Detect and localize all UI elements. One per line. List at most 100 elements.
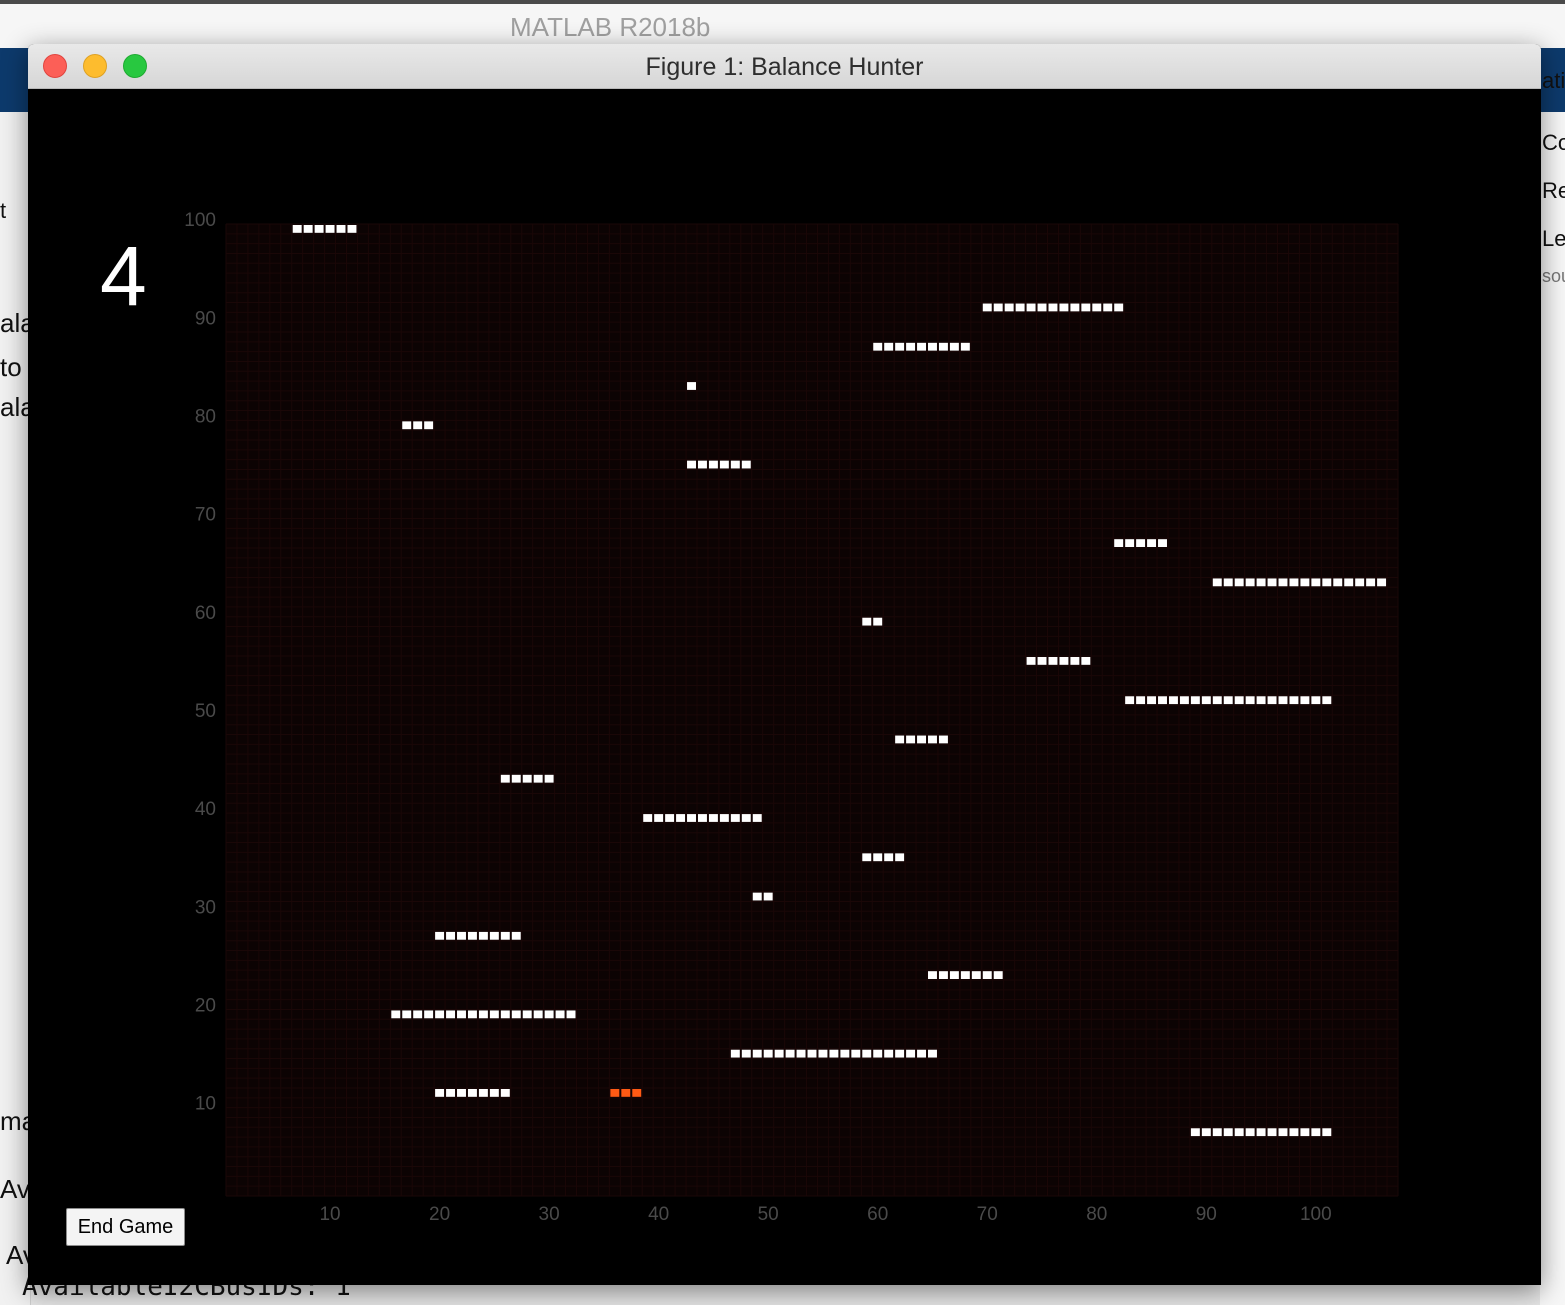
platform-block xyxy=(1267,578,1277,587)
y-tick-label: 60 xyxy=(195,603,216,624)
window-title: Figure 1: Balance Hunter xyxy=(645,53,924,81)
platform-block xyxy=(1201,1128,1211,1137)
right-panel-text: sou xyxy=(1542,266,1565,286)
platform-block xyxy=(522,1010,532,1019)
platform-block xyxy=(467,1010,477,1019)
platform-block xyxy=(1048,657,1058,665)
platform-block xyxy=(862,853,872,862)
platform-block xyxy=(752,814,762,822)
platform-block xyxy=(949,971,959,979)
platform-block xyxy=(752,892,762,901)
platform-block xyxy=(873,617,883,626)
platform-block xyxy=(1333,578,1343,587)
platform-block xyxy=(1289,1128,1299,1137)
x-tick-label: 60 xyxy=(867,1204,888,1225)
end-game-button[interactable]: End Game xyxy=(66,1208,185,1246)
platform-block xyxy=(774,1049,784,1058)
x-tick-label: 100 xyxy=(1300,1204,1332,1225)
y-tick-labels: 10 20 30 40 50 60 70 80 90 100 xyxy=(184,210,216,1115)
platform-block xyxy=(1278,696,1288,705)
platform-block xyxy=(917,342,927,351)
desktop-right-panel: ati Co Re Le sou xyxy=(1540,68,1565,1305)
x-tick-label: 70 xyxy=(977,1204,998,1225)
platform-block xyxy=(884,853,894,862)
platform-block xyxy=(917,735,927,744)
platform-block xyxy=(730,814,740,822)
left-panel-text: to xyxy=(0,352,22,382)
platform-block xyxy=(424,1010,434,1019)
platform-block xyxy=(654,814,664,822)
score-display: 4 xyxy=(100,229,147,323)
platform-block xyxy=(873,1049,883,1058)
figure-titlebar[interactable]: Figure 1: Balance Hunter xyxy=(28,44,1541,89)
platform-block xyxy=(862,1049,872,1058)
platform-block xyxy=(1311,1128,1321,1137)
platform-block xyxy=(1355,578,1365,587)
platform-block xyxy=(1344,578,1354,587)
platform-block xyxy=(1114,303,1124,312)
game-axes: 10 20 30 40 50 60 70 80 90 100 10 20 30 40 50 60 70 80 90… xyxy=(184,210,1399,1225)
platform-block xyxy=(906,735,916,744)
platform-block xyxy=(917,1049,927,1058)
platform-block xyxy=(478,1089,488,1097)
platform-block xyxy=(730,460,740,469)
platform-block xyxy=(1267,696,1277,705)
platform-block xyxy=(730,1049,740,1058)
platform-block xyxy=(533,1010,543,1019)
platform-block xyxy=(884,342,894,351)
right-panel-text: Re xyxy=(1542,178,1565,203)
desktop-title: MATLAB R2018b xyxy=(0,4,1565,48)
platform-block xyxy=(1212,696,1222,705)
platform-block xyxy=(1125,696,1135,705)
platform-block xyxy=(511,931,521,940)
platform-block xyxy=(697,814,707,822)
platform-block xyxy=(752,1049,762,1058)
platform-block xyxy=(402,421,412,430)
platform-block xyxy=(1267,1128,1277,1137)
platform-block xyxy=(1322,1128,1332,1137)
platform-block xyxy=(1190,696,1200,705)
platform-block xyxy=(1114,539,1124,547)
right-panel-text: ati xyxy=(1542,68,1565,93)
platform-block xyxy=(895,735,905,744)
platform-block xyxy=(1179,696,1189,705)
platform-block xyxy=(741,460,751,469)
platform-block xyxy=(1245,578,1255,587)
platform-block xyxy=(1037,303,1047,312)
platform-block xyxy=(971,971,981,979)
platform-block xyxy=(424,421,434,430)
platform-block xyxy=(1300,1128,1310,1137)
platform-block xyxy=(1256,578,1266,587)
platform-block xyxy=(1147,539,1157,547)
platform-block xyxy=(1322,696,1332,705)
platform-block xyxy=(1256,1128,1266,1137)
platform-block xyxy=(303,225,313,233)
x-tick-label: 80 xyxy=(1086,1204,1107,1225)
platform-block xyxy=(687,460,696,469)
platform-block xyxy=(796,1049,806,1058)
platform-block xyxy=(949,342,959,351)
platform-block xyxy=(676,814,686,822)
platform-block xyxy=(1366,578,1376,587)
platform-block xyxy=(347,225,357,233)
platform-block xyxy=(1234,578,1244,587)
platform-block xyxy=(1070,657,1080,665)
platform-block xyxy=(719,460,729,469)
platform-block xyxy=(314,225,324,233)
platform-block xyxy=(1136,696,1146,705)
platform-block xyxy=(1223,1128,1233,1137)
x-tick-label: 10 xyxy=(319,1204,340,1225)
platform-block xyxy=(457,931,466,940)
platform-block xyxy=(1322,578,1332,587)
platform-block xyxy=(1026,657,1036,665)
platform-block xyxy=(1201,696,1211,705)
y-tick-label: 50 xyxy=(195,701,216,722)
platform-block xyxy=(457,1010,466,1019)
platform-block xyxy=(1081,657,1091,665)
right-panel-text: Co xyxy=(1542,130,1565,155)
platform-block xyxy=(1212,578,1222,587)
platform-block xyxy=(533,774,543,783)
x-tick-label: 20 xyxy=(429,1204,450,1225)
platform-block xyxy=(544,774,554,783)
platform-block xyxy=(906,342,916,351)
